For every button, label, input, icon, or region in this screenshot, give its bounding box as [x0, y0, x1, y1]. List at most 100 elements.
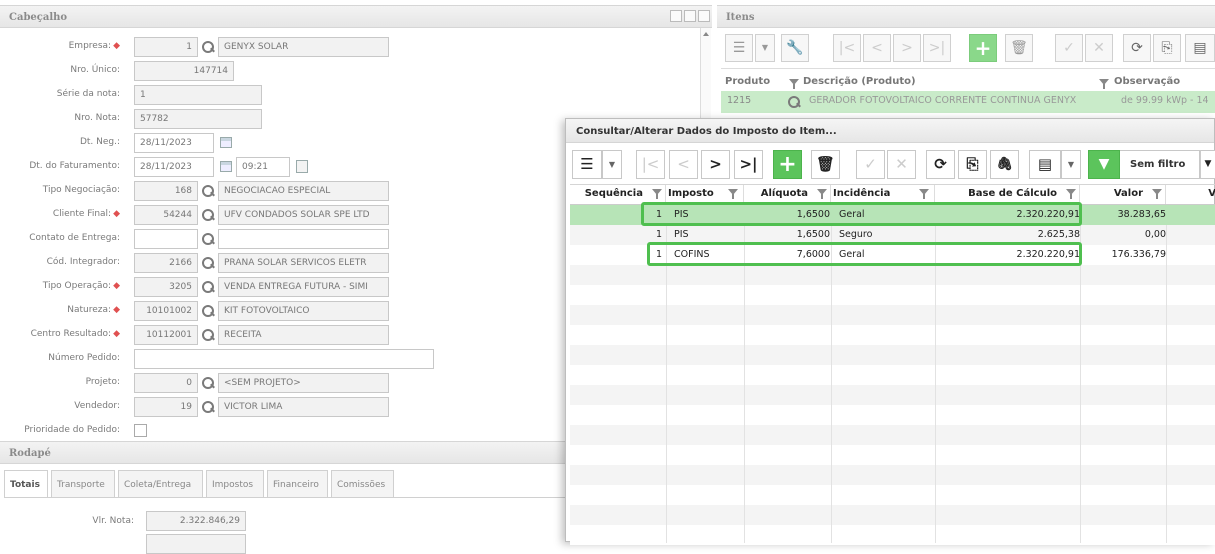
export-dropdown[interactable]: ▼	[1061, 150, 1081, 179]
cancel-icon[interactable]: ✕	[887, 150, 916, 179]
code-field[interactable]: 168	[134, 181, 198, 201]
table-row[interactable]: 1215 GERADOR FOTOVOLTAICO CORRENTE CONTI…	[721, 91, 1215, 113]
value-field[interactable]: 1	[134, 85, 262, 105]
search-icon[interactable]	[201, 184, 215, 198]
maximize-icon[interactable]	[684, 10, 696, 22]
add-button[interactable]: +	[969, 34, 997, 62]
confirm-icon[interactable]: ✓	[1055, 34, 1083, 62]
search-icon[interactable]	[787, 95, 801, 109]
value-field[interactable]: 28/11/2023	[134, 157, 214, 177]
list-menu-dropdown[interactable]: ▼	[602, 150, 622, 179]
description-field[interactable]: NEGOCIACAO ESPECIAL	[218, 181, 389, 201]
code-field[interactable]: 54244	[134, 205, 198, 225]
time-field[interactable]: 09:21	[236, 157, 290, 177]
list-menu-button[interactable]: ☰	[572, 150, 602, 179]
description-field[interactable]: UFV CONDADOS SOLAR SPE LTD	[218, 205, 389, 225]
list-menu-button[interactable]: ☰	[725, 34, 753, 62]
refresh-icon[interactable]: ⟳	[1123, 34, 1151, 62]
confirm-icon[interactable]: ✓	[856, 150, 885, 179]
filter-icon[interactable]	[1099, 79, 1109, 89]
description-field[interactable]: GENYX SOLAR	[218, 37, 389, 57]
code-field[interactable]	[134, 229, 198, 249]
attach-icon[interactable]: 🖇	[990, 150, 1019, 179]
description-field[interactable]: <SEM PROJETO>	[218, 373, 389, 393]
value-field[interactable]: 57782	[134, 109, 262, 129]
expand-icon[interactable]	[698, 10, 710, 22]
col-produto[interactable]: Produto	[725, 72, 770, 92]
vlr-nota-field[interactable]: 2.322.846,29	[146, 511, 246, 531]
code-field[interactable]: 2166	[134, 253, 198, 273]
code-field[interactable]: 10101002	[134, 301, 198, 321]
tab-totais[interactable]: Totais	[4, 470, 48, 498]
export-icon[interactable]: ▤	[1185, 34, 1215, 62]
code-field[interactable]: 10112001	[134, 325, 198, 345]
search-icon[interactable]	[201, 328, 215, 342]
tab-financeiro[interactable]: Financeiro	[267, 470, 328, 498]
refresh-icon[interactable]: ⟳	[926, 150, 955, 179]
calendar-icon[interactable]	[220, 137, 232, 148]
wrench-icon[interactable]: 🔧	[781, 34, 809, 62]
export-icon[interactable]: ▤	[1029, 150, 1061, 179]
prioridade-checkbox[interactable]	[134, 424, 147, 437]
first-icon[interactable]: |<	[636, 150, 665, 179]
field-label-text: Projeto:	[85, 377, 120, 387]
description-field[interactable]: VICTOR LIMA	[218, 397, 389, 417]
filter-icon[interactable]	[728, 189, 738, 199]
search-icon[interactable]	[201, 208, 215, 222]
search-icon[interactable]	[201, 232, 215, 246]
value-field[interactable]: 147714	[134, 61, 234, 81]
description-field[interactable]: PRANA SOLAR SERVICOS ELETR	[218, 253, 389, 273]
search-icon[interactable]	[201, 304, 215, 318]
calendar-icon[interactable]	[220, 161, 232, 172]
prev-icon[interactable]: <	[863, 34, 891, 62]
description-field[interactable]: KIT FOTOVOLTAICO	[218, 301, 389, 321]
trash-icon[interactable]: 🗑	[1005, 34, 1033, 62]
tab-coleta-entrega[interactable]: Coleta/Entrega	[118, 470, 203, 498]
clock-icon[interactable]	[296, 160, 308, 173]
next-icon[interactable]: >	[893, 34, 921, 62]
search-icon[interactable]	[201, 40, 215, 54]
code-field[interactable]: 1	[134, 37, 198, 57]
last-icon[interactable]: >|	[734, 150, 763, 179]
filter-icon[interactable]	[1152, 189, 1162, 199]
scroll-up-icon[interactable]	[703, 32, 709, 36]
col-v[interactable]: V	[1166, 185, 1215, 204]
filter-icon[interactable]	[652, 189, 662, 199]
value-field[interactable]	[134, 349, 434, 369]
trash-icon[interactable]: 🗑	[811, 150, 840, 179]
code-field[interactable]: 3205	[134, 277, 198, 297]
prev-icon[interactable]: <	[669, 150, 698, 179]
filter-icon[interactable]	[817, 189, 827, 199]
filter-icon[interactable]	[789, 79, 799, 89]
first-icon[interactable]: |<	[833, 34, 861, 62]
tab-transporte[interactable]: Transporte	[51, 470, 115, 498]
tab-comissoes[interactable]: Comissões	[331, 470, 394, 498]
next-field[interactable]	[146, 534, 246, 554]
value-field[interactable]: 28/11/2023	[134, 133, 214, 153]
cancel-icon[interactable]: ✕	[1085, 34, 1113, 62]
add-button[interactable]: +	[773, 150, 802, 179]
filter-button[interactable]: ▼	[1088, 150, 1120, 179]
code-field[interactable]: 0	[134, 373, 198, 393]
last-icon[interactable]: >|	[923, 34, 951, 62]
next-icon[interactable]: >	[701, 150, 730, 179]
search-icon[interactable]	[201, 280, 215, 294]
description-field[interactable]: RECEITA	[218, 325, 389, 345]
search-icon[interactable]	[201, 400, 215, 414]
filter-select[interactable]: Sem filtro	[1120, 150, 1200, 179]
search-icon[interactable]	[201, 376, 215, 390]
description-field[interactable]: VENDA ENTREGA FUTURA - SIMI	[218, 277, 389, 297]
filter-icon[interactable]	[1066, 189, 1076, 199]
description-field[interactable]	[218, 229, 389, 249]
col-descricao[interactable]: Descrição (Produto)	[803, 72, 916, 92]
col-observacao[interactable]: Observação	[1114, 72, 1180, 92]
tab-impostos[interactable]: Impostos	[206, 470, 264, 498]
copy-icon[interactable]: ⎘	[958, 150, 987, 179]
filter-icon[interactable]	[919, 189, 929, 199]
filter-dropdown[interactable]: ▼	[1200, 150, 1215, 179]
copy-icon[interactable]: ⎘	[1153, 34, 1181, 62]
search-icon[interactable]	[201, 256, 215, 270]
minimize-icon[interactable]	[670, 10, 682, 22]
list-menu-dropdown[interactable]: ▼	[755, 34, 775, 62]
code-field[interactable]: 19	[134, 397, 198, 417]
